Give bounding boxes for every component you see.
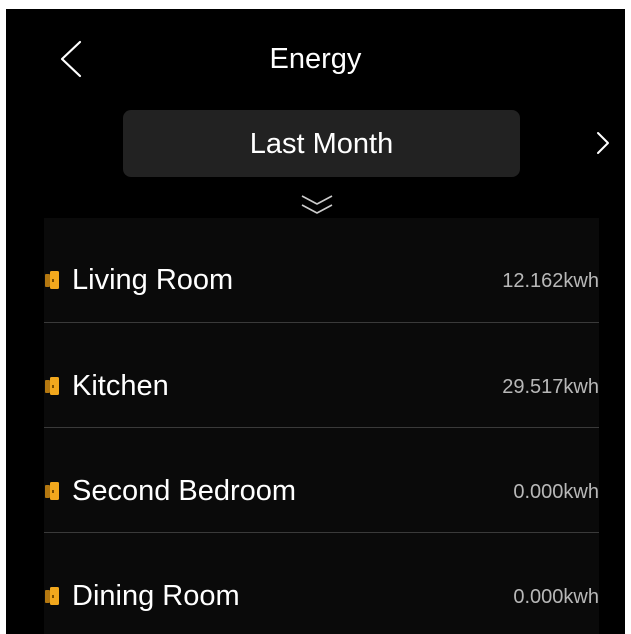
door-icon xyxy=(45,587,59,605)
energy-value: 0.000kwh xyxy=(513,481,599,503)
list-item[interactable]: Second Bedroom 0.000kwh xyxy=(44,428,599,533)
double-chevron-down-icon[interactable] xyxy=(296,193,338,219)
energy-value: 0.000kwh xyxy=(513,586,599,608)
period-label: Last Month xyxy=(249,128,394,160)
header: Energy xyxy=(6,9,625,105)
door-icon xyxy=(45,377,59,395)
room-name: Dining Room xyxy=(72,580,240,612)
door-icon xyxy=(45,482,59,500)
list-item[interactable]: Dining Room 0.000kwh xyxy=(44,533,599,634)
room-name: Kitchen xyxy=(72,370,169,402)
list-item[interactable]: Living Room 12.162kwh xyxy=(44,218,599,323)
page-title: Energy xyxy=(269,43,362,75)
energy-value: 12.162kwh xyxy=(502,270,599,292)
energy-value: 29.517kwh xyxy=(502,376,599,398)
room-name: Second Bedroom xyxy=(72,475,297,507)
room-name: Living Room xyxy=(72,264,234,296)
app-screen: Energy Last Month Living Room 12.162kwh xyxy=(6,9,625,634)
list-item[interactable]: Kitchen 29.517kwh xyxy=(44,323,599,428)
room-list: Living Room 12.162kwh Kitchen 29.517kwh … xyxy=(44,218,599,634)
chevron-right-icon xyxy=(597,132,609,154)
period-selector-button[interactable]: Last Month xyxy=(123,110,609,177)
door-icon xyxy=(45,271,59,289)
